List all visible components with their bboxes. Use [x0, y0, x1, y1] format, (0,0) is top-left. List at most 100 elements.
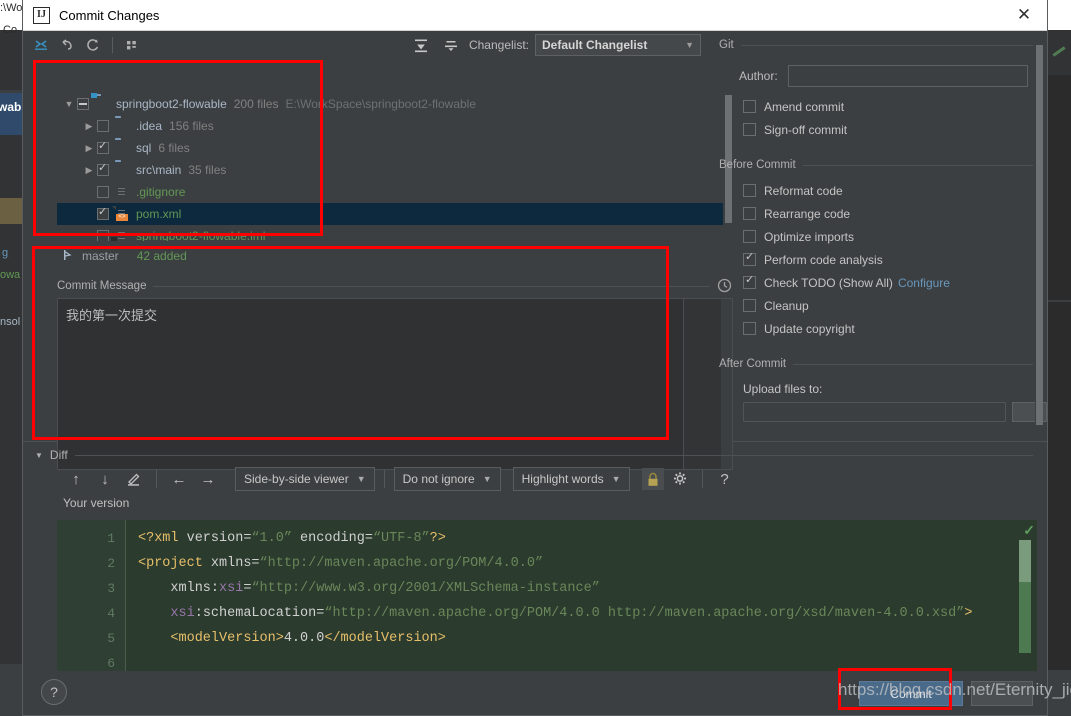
your-version-label: Your version: [63, 496, 130, 510]
options-scrollbar-thumb[interactable]: [1036, 45, 1043, 425]
group-by-icon[interactable]: [120, 34, 144, 56]
tree-checkbox[interactable]: [97, 230, 109, 241]
table-row[interactable]: ▼ springboot2-flowable 200 files E:\Work…: [57, 93, 733, 115]
move-to-top-icon[interactable]: [409, 34, 433, 56]
tree-twisty-icon[interactable]: ▼: [61, 99, 77, 109]
table-row[interactable]: ▶ sql 6 files: [57, 137, 733, 159]
question-icon[interactable]: ?: [712, 467, 738, 491]
checkbox-box[interactable]: [743, 207, 756, 220]
code-token: “1.0”: [251, 531, 292, 546]
upper-region: Changelist: Default Changelist ▼ ▼ sprin…: [23, 31, 1047, 470]
tree-twisty-icon[interactable]: ▶: [81, 143, 97, 154]
code-line: <modelVersion>4.0.0</modelVersion>: [138, 626, 1037, 651]
folder-icon: [115, 162, 131, 178]
tree-item-filecount: 156 files: [169, 119, 214, 133]
checkbox-box[interactable]: [743, 322, 756, 335]
checkbox-box[interactable]: [743, 299, 756, 312]
checkbox-box[interactable]: [743, 230, 756, 243]
configure-todo-link[interactable]: Configure: [898, 276, 950, 290]
tree-item-filecount: 200 files: [233, 97, 279, 111]
tree-item-name: src\main: [136, 163, 182, 177]
table-row[interactable]: springboot2-flowable.iml: [57, 225, 733, 241]
perform-code-analysis-checkbox[interactable]: Perform code analysis: [743, 248, 1047, 271]
group-divider: [740, 44, 1033, 46]
background-editor: [1048, 75, 1071, 670]
tree-checkbox[interactable]: [97, 139, 109, 154]
options-column: Git Author: Amend commit Sign-off commit…: [711, 31, 1047, 441]
ignore-mode-dropdown[interactable]: Do not ignore ▼: [393, 467, 501, 491]
amend-commit-checkbox[interactable]: Amend commit: [743, 95, 1047, 118]
rollback-icon[interactable]: [55, 34, 79, 56]
tree-checkbox[interactable]: [97, 161, 109, 176]
tree-item-name: springboot2-flowable.iml: [136, 229, 266, 241]
checkbox-box[interactable]: [743, 250, 756, 266]
lock-icon[interactable]: [641, 468, 664, 490]
code-line: xsi:schemaLocation=“http://maven.apache.…: [138, 601, 1037, 626]
table-row[interactable]: <> pom.xml: [57, 203, 733, 225]
line-number: 5: [107, 631, 115, 646]
table-row[interactable]: ▶ .idea 156 files: [57, 115, 733, 137]
gear-icon[interactable]: [667, 467, 693, 491]
triangle-down-icon[interactable]: ▼: [35, 451, 43, 460]
code-token: <modelVersion>: [138, 631, 284, 646]
checkbox-box[interactable]: [743, 123, 756, 136]
changelist-value: Default Changelist: [542, 38, 648, 52]
close-icon[interactable]: ✕: [1001, 0, 1047, 31]
background-text: Co: [3, 24, 18, 36]
chevron-down-icon: ▼: [482, 474, 492, 484]
checkbox-box[interactable]: [743, 184, 756, 197]
branch-status-row: master 42 added: [57, 245, 733, 267]
highlight-mode-dropdown[interactable]: Highlight words ▼: [512, 467, 630, 491]
before-commit-options: Reformat code Rearrange code Optimize im…: [719, 179, 1047, 340]
edit-source-icon[interactable]: [121, 467, 147, 491]
check-todo-checkbox[interactable]: Check TODO (Show All) Configure: [743, 271, 1047, 294]
chevron-down-icon: ▼: [356, 474, 366, 484]
sign-off-commit-checkbox[interactable]: Sign-off commit: [743, 118, 1047, 141]
cleanup-checkbox[interactable]: Cleanup: [743, 294, 1047, 317]
move-to-bottom-icon[interactable]: [439, 34, 463, 56]
help-button[interactable]: ?: [41, 679, 67, 705]
collapse-all-icon[interactable]: [29, 34, 53, 56]
diff-code-area[interactable]: 1 2 3 4 5 6 <?xml version=“1.0” encoding…: [57, 520, 1037, 671]
next-difference-icon[interactable]: ↓: [92, 467, 118, 491]
secondary-button[interactable]: [971, 681, 1033, 706]
changelist-dropdown[interactable]: Default Changelist ▼: [535, 34, 701, 56]
accept-right-icon[interactable]: →: [195, 467, 221, 491]
diff-title: Diff: [49, 448, 68, 462]
tree-checkbox[interactable]: [97, 120, 109, 132]
tree-checkbox[interactable]: [77, 98, 89, 110]
code-token: xmlns:: [138, 581, 220, 596]
tree-twisty-icon[interactable]: ▶: [81, 165, 97, 176]
background-strip: [0, 224, 22, 664]
options-scrollbar[interactable]: [1035, 45, 1043, 437]
author-label: Author:: [739, 69, 778, 83]
tree-item-name: .idea: [136, 119, 163, 133]
tree-twisty-icon[interactable]: ▶: [81, 121, 97, 132]
table-row[interactable]: .gitignore: [57, 181, 733, 203]
viewer-mode-dropdown[interactable]: Side-by-side viewer ▼: [235, 467, 375, 491]
refresh-icon[interactable]: [81, 34, 105, 56]
tree-checkbox[interactable]: [97, 186, 109, 198]
changes-tree[interactable]: ▼ springboot2-flowable 200 files E:\Work…: [57, 93, 733, 241]
line-number: 3: [107, 581, 115, 596]
diff-scrollbar[interactable]: ✓: [1013, 520, 1037, 671]
accept-left-icon[interactable]: ←: [166, 467, 192, 491]
previous-difference-icon[interactable]: ↑: [63, 467, 89, 491]
checkbox-box[interactable]: [743, 100, 756, 113]
upload-files-field[interactable]: [743, 402, 1006, 422]
code-token: xsi: [219, 581, 244, 596]
cleanup-label: Cleanup: [764, 298, 809, 313]
commit-button[interactable]: Commit: [859, 681, 963, 706]
update-copyright-checkbox[interactable]: Update copyright: [743, 317, 1047, 340]
author-field[interactable]: [787, 65, 1028, 87]
update-copyright-label: Update copyright: [764, 321, 855, 336]
rearrange-code-checkbox[interactable]: Rearrange code: [743, 202, 1047, 225]
table-row[interactable]: ▶ src\main 35 files: [57, 159, 733, 181]
checkbox-box[interactable]: [743, 273, 756, 289]
reformat-code-checkbox[interactable]: Reformat code: [743, 179, 1047, 202]
optimize-imports-checkbox[interactable]: Optimize imports: [743, 225, 1047, 248]
code-content[interactable]: <?xml version=“1.0” encoding=“UTF-8”?> <p…: [126, 520, 1037, 671]
diff-scrollbar-thumb[interactable]: [1019, 540, 1031, 582]
tree-checkbox[interactable]: [97, 205, 109, 220]
diff-header[interactable]: ▼ Diff: [23, 442, 1047, 462]
